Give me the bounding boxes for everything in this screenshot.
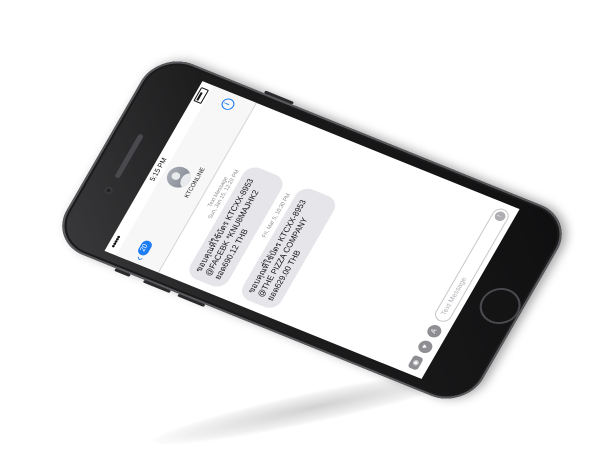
front-camera — [102, 185, 115, 196]
smartphone: ●●●●● 5:15 PM ‹ 20 KTCONLINE i Text Mess… — [48, 50, 576, 410]
home-button[interactable] — [472, 282, 528, 330]
message-placeholder: Text Message — [439, 276, 469, 317]
phone-screen: ●●●●● 5:15 PM ‹ 20 KTCONLINE i Text Mess… — [104, 81, 520, 379]
volume-down-button — [177, 293, 206, 308]
chevron-left-icon: ‹ — [131, 253, 147, 263]
camera-icon[interactable]: ◉ — [407, 354, 424, 371]
mute-switch — [114, 268, 131, 277]
earpiece-speaker — [114, 133, 145, 179]
app-store-icon[interactable]: A — [424, 322, 444, 340]
digital-touch-icon[interactable]: ♥ — [415, 338, 435, 355]
volume-up-button — [142, 279, 172, 294]
photo-stage: ●●●●● 5:15 PM ‹ 20 KTCONLINE i Text Mess… — [0, 0, 604, 452]
send-arrow-icon[interactable]: ↑ — [492, 210, 508, 223]
power-button — [263, 90, 295, 105]
